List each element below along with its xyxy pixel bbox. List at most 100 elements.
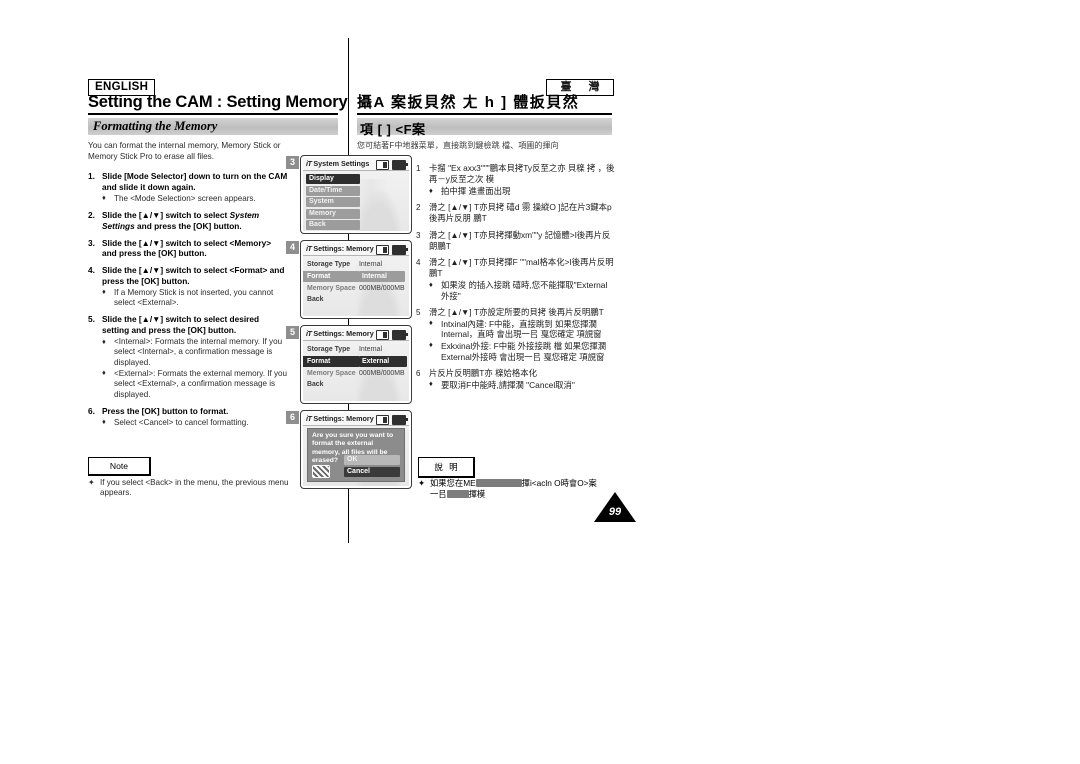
memory-card-icon (376, 415, 389, 425)
settings-mode-icon: iT (306, 329, 312, 338)
settings-row-memory-space[interactable]: Memory Space 000MB/000MB (303, 283, 409, 294)
ok-button[interactable]: OK (344, 455, 400, 465)
settings-row-memory-space[interactable]: Memory Space 000MB/000MB (303, 368, 409, 379)
menu-item-date-time[interactable]: Date/Time (306, 185, 360, 196)
settings-row-label: Memory Space (307, 370, 356, 377)
step-text: Press the [OK] button to format. (102, 405, 229, 416)
title-rule-left (88, 113, 338, 115)
screenshot-step-badge: 4 (286, 241, 299, 254)
diamond-bullet-icon: ♦ (429, 340, 433, 350)
battery-icon (392, 415, 408, 425)
note-label-english: Note (88, 457, 151, 476)
diamond-bullet-icon: ♦ (429, 279, 433, 289)
chinese-step: 6 片反片反明鵬T亦 檪姶格本化 ♦ 要取消F中能時,請揮濶 "Cancel取消" (416, 368, 616, 391)
note-body-chinese: ✦ 如果您在ME 揮i<acln O時會O>案 一㠯 揮模 (418, 478, 618, 500)
page-number-badge: 99 (594, 492, 636, 522)
settings-back-item[interactable]: Back (307, 296, 409, 303)
bullet-text: Exkxinal外接: F中能 外接接跳 檔 如果您揮濶External外接時 … (441, 340, 607, 362)
bullet-text: <External>: Formats the external memory.… (114, 368, 288, 399)
settings-mode-icon: iT (306, 414, 312, 423)
step-bullet-list: ♦ 拍中揮 進畫面出現 (429, 186, 616, 197)
cancel-button[interactable]: Cancel (344, 466, 400, 477)
step-bullet: ♦ Select <Cancel> to cancel formatting. (102, 417, 288, 428)
step-bullet: ♦ Intxinal內建: F中能，直接跳到 如果您揮濶 Internal，直時 … (429, 318, 616, 340)
lcd-status-icons (376, 160, 408, 170)
english-step: 4. Slide the [▲/▼] switch to select <Form… (88, 265, 288, 308)
step-bullet-list: ♦ 如果浚 的插入接跳 礂時,您不能揮取"External 外接" (429, 280, 616, 301)
english-step: 1. Slide [Mode Selector] down to turn on … (88, 171, 288, 204)
memory-card-icon (376, 245, 389, 255)
step-number: 6. (88, 405, 95, 416)
menu-item-display[interactable]: Display (306, 174, 360, 184)
step-text: Slide the [▲/▼] switch to select System … (102, 210, 260, 231)
settings-row-label: Storage Type (307, 261, 351, 268)
settings-row-value: Internal (359, 261, 382, 268)
screenshot-figure: 3 iT System Settings Display Date/Time System… (286, 155, 414, 236)
diamond-bullet-icon: ♦ (429, 185, 433, 195)
settings-row-label: Format (303, 356, 359, 367)
lcd-status-icons (376, 330, 408, 340)
step-bullet-list: ♦ 要取消F中能時,請揮濶 "Cancel取消" (429, 379, 616, 391)
chinese-step: 1 卡㨨 "Ex axx3"""鵬本貝拷Ty反至之亦 貝檪 拷 ，後再－y反至之次… (416, 163, 616, 197)
menu-item-system[interactable]: System (306, 197, 360, 207)
screenshot-figure: 5 iT Settings: Memory Storage Type Internal F… (286, 325, 414, 406)
screenshot-stack: 3 iT System Settings Display Date/Time System… (286, 155, 414, 495)
settings-row-storage-type[interactable]: Storage Type Internal (303, 344, 409, 355)
no-entry-icon (312, 465, 330, 478)
lcd-title-text: Settings: Memory (313, 414, 374, 423)
step-text: Slide the [▲/▼] switch to select desired… (102, 314, 260, 336)
step-number: 6 (416, 368, 421, 378)
settings-back-item[interactable]: Back (307, 381, 409, 388)
step-bullet: ♦ 要取消F中能時,請揮濶 "Cancel取消" (429, 379, 616, 391)
settings-row-value: External (359, 356, 408, 367)
dialog-footer: OK Cancel (312, 455, 400, 478)
settings-row-value: Internal (359, 346, 382, 353)
chinese-step: 3 滑之 [▲/▼] T亦貝拷揮動xm""y 記憶體>I後再片反朗鵬T (416, 230, 616, 252)
step-text: 滑之 [▲/▼] T亦設定所要的貝拷 後再片反明鵬T (429, 306, 604, 317)
step-bullet-list: ♦ If a Memory Stick is not inserted, you … (102, 287, 288, 309)
screenshot-step-badge: 5 (286, 326, 299, 339)
diamond-bullet-icon: ♦ (102, 368, 106, 378)
lcd-title-text: Settings: Memory (313, 244, 374, 253)
note-text-chinese: 如果您在ME 揮i<acln O時會O>案 一㠯 揮模 (430, 478, 597, 499)
lcd-title-bar: iT System Settings (303, 158, 409, 171)
settings-row-format[interactable]: Format Internal (303, 271, 409, 282)
lcd-title-bar: iT Settings: Memory (303, 413, 409, 426)
settings-row-label: Storage Type (307, 346, 351, 353)
lcd-inner: iT Settings: Memory Storage Type Internal Fo… (303, 243, 409, 316)
step-number: 3. (88, 237, 95, 248)
settings-row-storage-type[interactable]: Storage Type Internal (303, 259, 409, 270)
step-number: 5 (416, 307, 421, 317)
lcd-screen: iT Settings: Memory Are you sure you want … (300, 410, 412, 489)
title-rule-right (357, 113, 612, 115)
step-text: 滑之 [▲/▼] T亦貝拷揮動xm""y 記憶體>I後再片反朗鵬T (429, 229, 611, 251)
english-step: 3. Slide the [▲/▼] switch to select <Memo… (88, 238, 288, 260)
bullet-text: 要取消F中能時,請揮濶 "Cancel取消" (441, 379, 575, 390)
memory-card-icon (376, 160, 389, 170)
section-title-chinese: 項 [ ] <F案 (360, 122, 426, 137)
bullet-text: 如果浚 的插入接跳 礂時,您不能揮取"External 外接" (441, 280, 608, 301)
confirmation-dialog: Are you sure you want to format the exte… (307, 428, 405, 482)
lcd-inner: iT System Settings Display Date/Time System M… (303, 158, 409, 231)
lcd-body: Storage Type Internal Format External Memory… (303, 341, 409, 388)
lcd-body: Storage Type Internal Format Internal Memory… (303, 256, 409, 303)
step-number: 2 (416, 203, 421, 213)
diamond-bullet-icon: ♦ (429, 379, 433, 389)
step-number: 1 (416, 164, 421, 173)
diamond-bullet-icon: ♦ (102, 417, 106, 427)
club-bullet-icon: ✦ (88, 478, 95, 487)
page-title-chinese: 攝A 案扳貝然 ㄤ h ] 體扳貝然 (357, 94, 580, 111)
step-text: 滑之 [▲/▼] T亦貝拷揮F ""mal格本化>I後再片反明鵬T (429, 257, 614, 279)
redacted-block (446, 489, 469, 498)
step-number: 4 (416, 258, 421, 268)
bullet-text: Select <Cancel> to cancel formatting. (114, 417, 249, 427)
battery-icon (392, 330, 408, 340)
step-bullet-list: ♦ Intxinal內建: F中能，直接跳到 如果您揮濶 Internal，直時 … (429, 318, 616, 362)
bullet-text: 拍中揮 進畫面出現 (441, 186, 511, 196)
menu-item-back[interactable]: Back (306, 220, 360, 230)
step-number: 2. (88, 210, 95, 221)
english-column: You can format the internal memory, Memo… (88, 141, 288, 434)
screenshot-figure: 4 iT Settings: Memory Storage Type Internal F… (286, 240, 414, 321)
menu-item-memory[interactable]: Memory (306, 208, 360, 219)
settings-row-format[interactable]: Format External (303, 356, 409, 367)
